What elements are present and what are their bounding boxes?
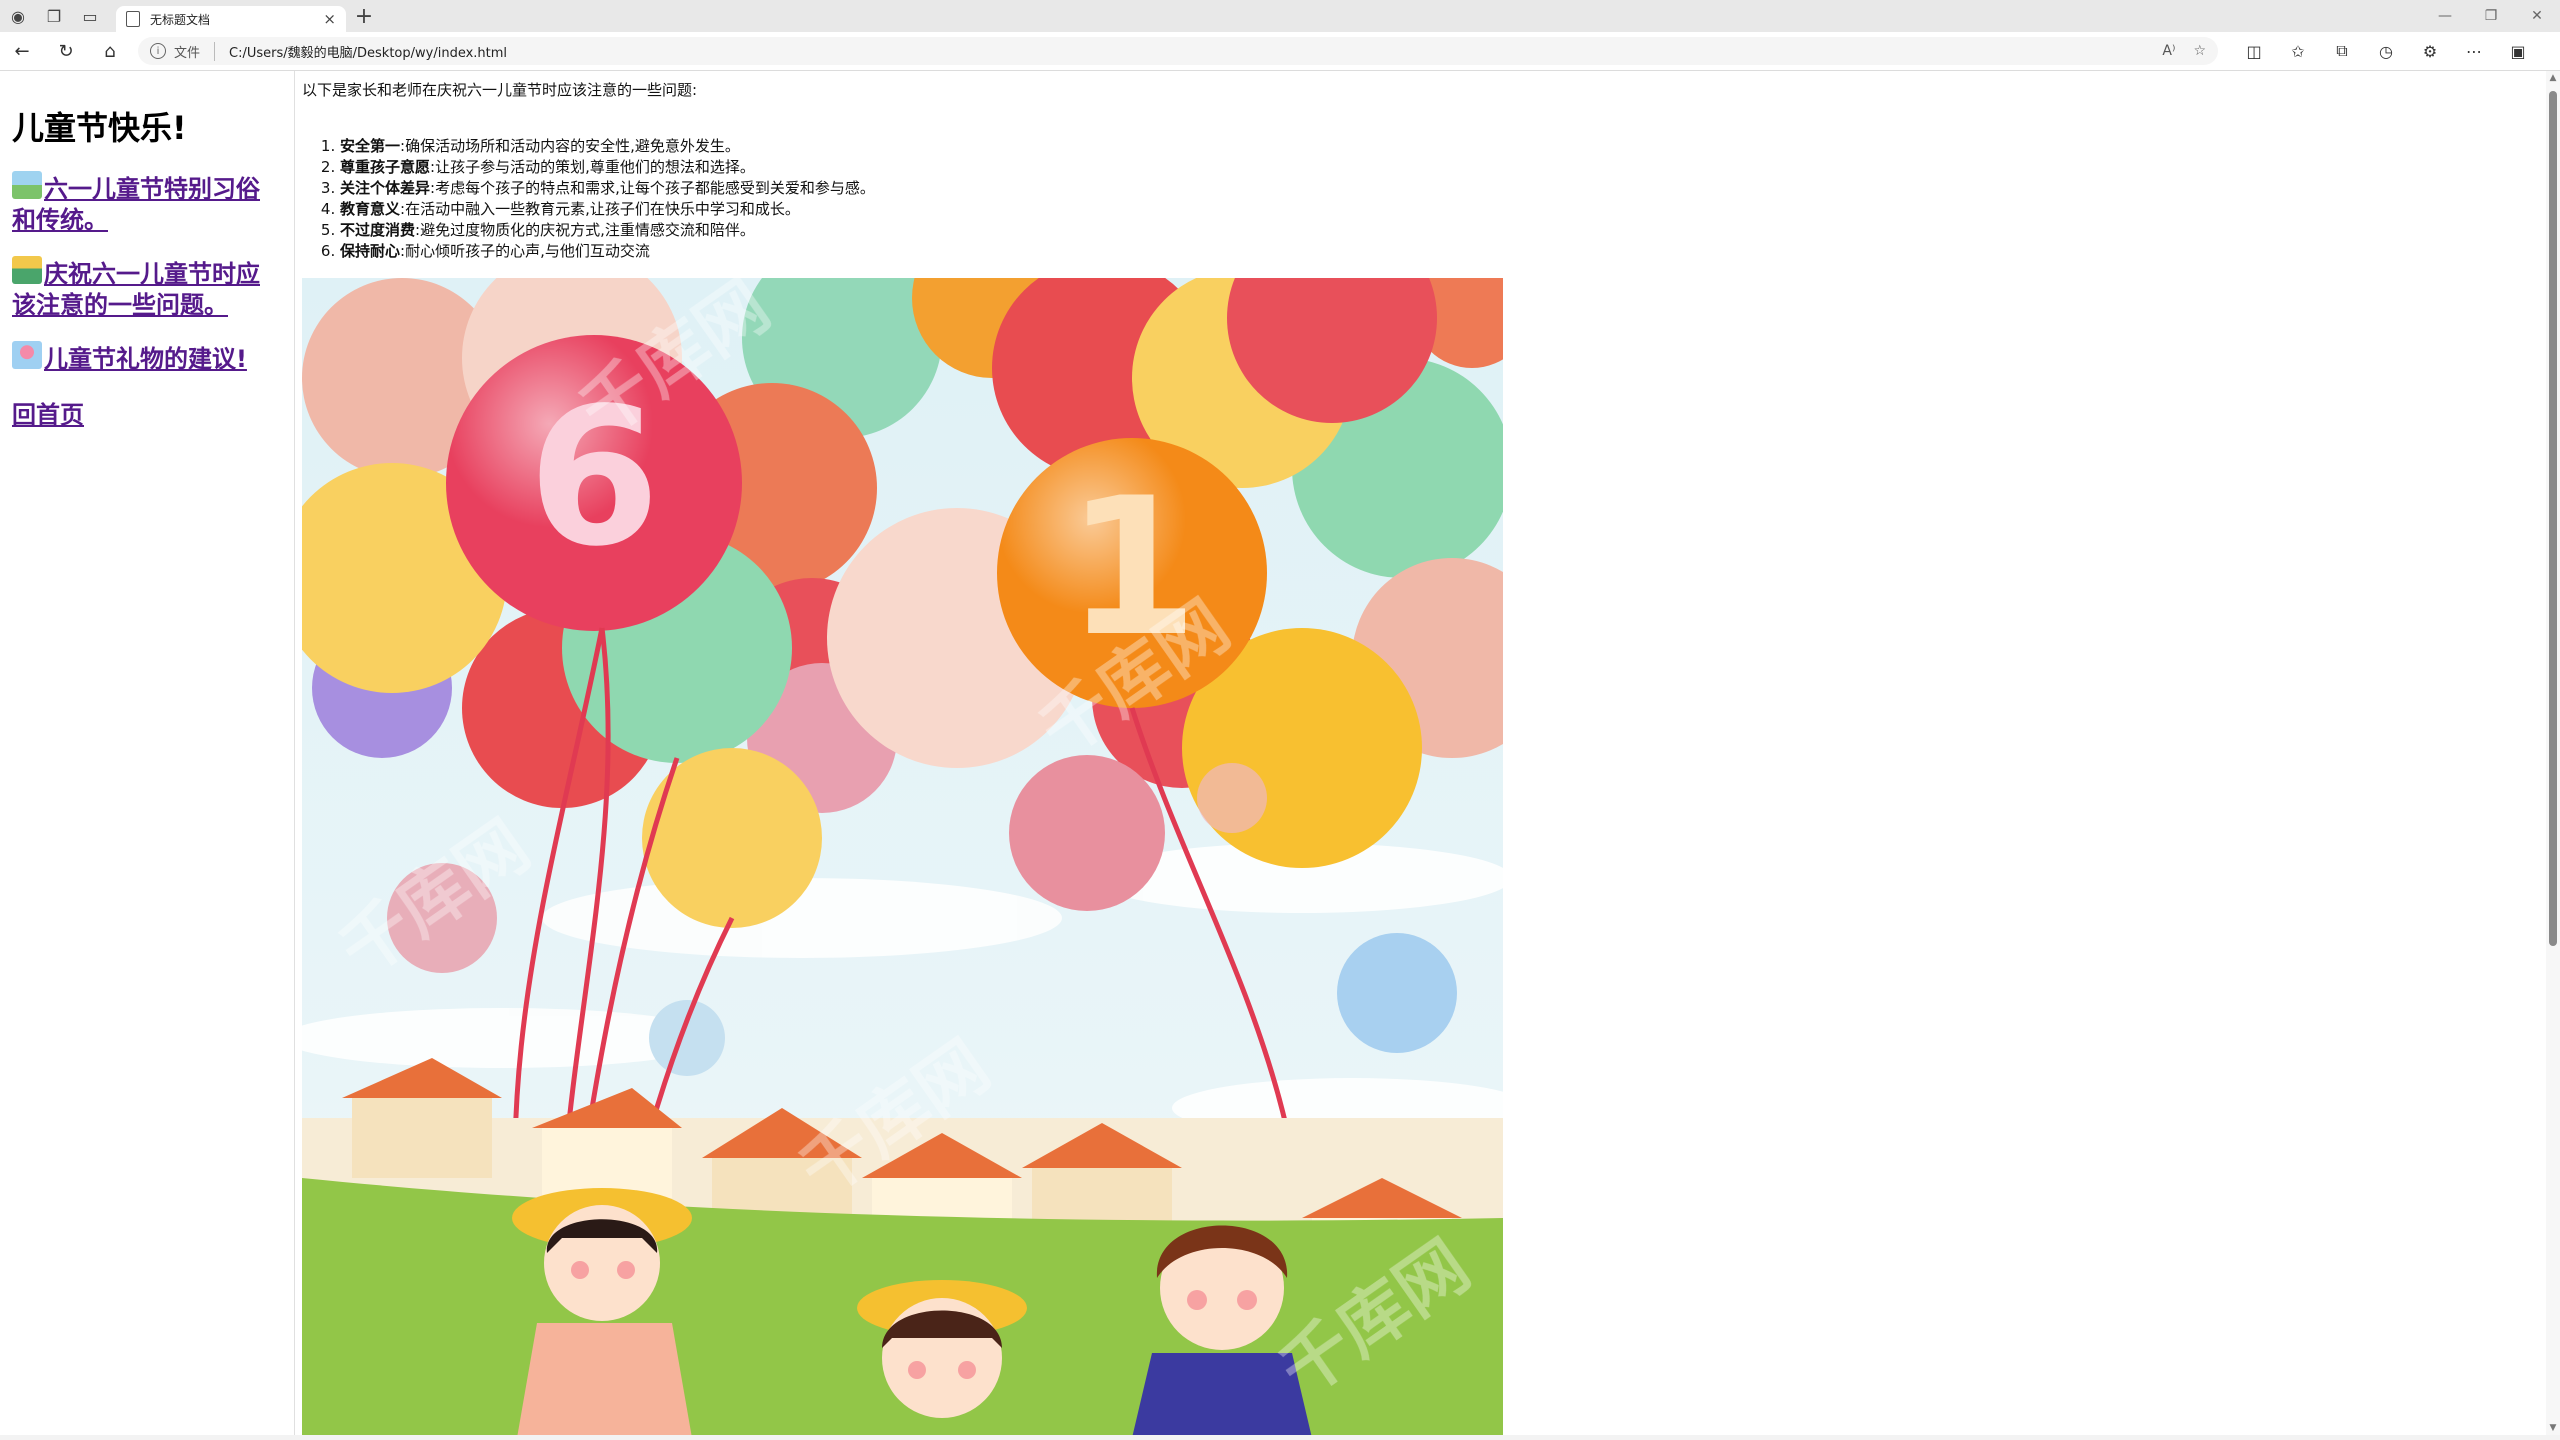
tip-item: 不过度消费:避免过度物质化的庆祝方式,注重情感交流和陪伴。 xyxy=(340,220,2502,241)
address-bar[interactable]: i 文件 C:/Users/魏毅的电脑/Desktop/wy/index.htm… xyxy=(138,37,2218,65)
collections-icon[interactable]: ⧉ xyxy=(2320,32,2364,70)
link-customs[interactable]: 六一儿童节特别习俗和传统。 xyxy=(12,171,282,236)
close-window-icon[interactable]: ✕ xyxy=(2514,0,2560,32)
back-icon[interactable]: ← xyxy=(0,32,44,70)
tip-title: 保持耐心 xyxy=(340,242,401,260)
split-screen-icon[interactable]: ◫ xyxy=(2232,32,2276,70)
tip-text: :耐心倾听孩子的心声,与他们互动交流 xyxy=(400,242,650,260)
tip-item: 安全第一:确保活动场所和活动内容的安全性,避免意外发生。 xyxy=(340,136,2502,157)
home-icon[interactable]: ⌂ xyxy=(88,32,132,70)
tip-title: 尊重孩子意愿 xyxy=(340,158,431,176)
tips-list: 安全第一:确保活动场所和活动内容的安全性,避免意外发生。 尊重孩子意愿:让孩子参… xyxy=(302,136,2502,262)
customs-thumbnail xyxy=(12,171,42,199)
vertical-scrollbar[interactable]: ▲ ▼ xyxy=(2546,71,2560,1435)
refresh-icon[interactable]: ↻ xyxy=(44,32,88,70)
main-content: 以下是家长和老师在庆祝六一儿童节时应该注意的一些问题: 安全第一:确保活动场所和… xyxy=(302,71,2502,262)
tip-title: 教育意义 xyxy=(340,200,401,218)
page-icon xyxy=(126,11,140,27)
tip-item: 尊重孩子意愿:让孩子参与活动的策划,尊重他们的想法和选择。 xyxy=(340,157,2502,178)
link-customs-label: 六一儿童节特别习俗和传统。 xyxy=(12,175,260,234)
minimize-icon[interactable]: — xyxy=(2422,0,2468,32)
precautions-thumbnail xyxy=(12,256,42,284)
sidebar: 儿童节快乐! 六一儿童节特别习俗和传统。 庆祝六一儿童节时应该注意的一些问题。 … xyxy=(0,71,295,1435)
new-tab-button[interactable]: + xyxy=(346,0,382,32)
childrens-day-poster: 6 1 千库网 千库网 千库网 千库网 千库网 xyxy=(302,278,1503,1435)
restore-icon[interactable]: ❐ xyxy=(2468,0,2514,32)
favorites-icon[interactable]: ✩ xyxy=(2276,32,2320,70)
tip-text: :让孩子参与活动的策划,尊重他们的想法和选择。 xyxy=(430,158,755,176)
tab-strip: ◉ ❐ ▭ 无标题文档 × + — ❐ ✕ xyxy=(0,0,2560,32)
url-text[interactable]: C:/Users/魏毅的电脑/Desktop/wy/index.html xyxy=(229,42,2144,61)
tip-text: :在活动中融入一些教育元素,让孩子们在快乐中学习和成长。 xyxy=(400,200,800,218)
extensions-icon[interactable]: ⚙ xyxy=(2408,32,2452,70)
toolbar: ◫ ✩ ⧉ ◷ ⚙ ⋯ ▣ xyxy=(2232,32,2540,70)
close-tab-icon[interactable]: × xyxy=(323,10,336,28)
home-link[interactable]: 回首页 xyxy=(12,395,282,430)
site-title: 儿童节快乐! xyxy=(12,109,187,147)
tip-text: :考虑每个孩子的特点和需求,让每个孩子都能感受到关爱和参与感。 xyxy=(430,179,875,197)
gifts-thumbnail xyxy=(12,341,42,369)
scrollbar-thumb[interactable] xyxy=(2549,91,2557,946)
favorite-star-icon[interactable]: ☆ xyxy=(2193,43,2206,59)
workspaces-icon[interactable]: ❐ xyxy=(36,0,72,32)
scroll-down-icon[interactable]: ▼ xyxy=(2546,1423,2560,1433)
sidebar-toggle-icon[interactable]: ▣ xyxy=(2496,32,2540,70)
page-viewport: 儿童节快乐! 六一儿童节特别习俗和传统。 庆祝六一儿童节时应该注意的一些问题。 … xyxy=(0,71,2560,1435)
scheme-label: 文件 xyxy=(174,41,216,61)
more-menu-icon[interactable]: ⋯ xyxy=(2452,32,2496,70)
tip-title: 关注个体差异 xyxy=(340,179,431,197)
tip-item: 教育意义:在活动中融入一些教育元素,让孩子们在快乐中学习和成长。 xyxy=(340,199,2502,220)
link-gifts-label: 儿童节礼物的建议! xyxy=(44,345,247,373)
tab-title: 无标题文档 xyxy=(150,12,211,27)
history-icon[interactable]: ◷ xyxy=(2364,32,2408,70)
link-gifts[interactable]: 儿童节礼物的建议! xyxy=(12,341,282,375)
navigation-bar: ← ↻ ⌂ i 文件 C:/Users/魏毅的电脑/Desktop/wy/ind… xyxy=(0,32,2560,71)
tip-item: 保持耐心:耐心倾听孩子的心声,与他们互动交流 xyxy=(340,241,2502,262)
link-precautions[interactable]: 庆祝六一儿童节时应该注意的一些问题。 xyxy=(12,256,282,321)
info-icon[interactable]: i xyxy=(150,43,166,59)
tip-title: 不过度消费 xyxy=(340,221,416,239)
read-aloud-icon[interactable]: A⁾ xyxy=(2162,43,2175,59)
tip-text: :确保活动场所和活动内容的安全性,避免意外发生。 xyxy=(400,137,740,155)
intro-text: 以下是家长和老师在庆祝六一儿童节时应该注意的一些问题: xyxy=(302,81,698,99)
scroll-up-icon[interactable]: ▲ xyxy=(2546,73,2560,83)
tab-active[interactable]: 无标题文档 × xyxy=(116,6,346,32)
link-precautions-label: 庆祝六一儿童节时应该注意的一些问题。 xyxy=(12,260,260,319)
tip-item: 关注个体差异:考虑每个孩子的特点和需求,让每个孩子都能感受到关爱和参与感。 xyxy=(340,178,2502,199)
tip-text: :避免过度物质化的庆祝方式,注重情感交流和陪伴。 xyxy=(415,221,755,239)
window-controls: — ❐ ✕ xyxy=(2422,0,2560,32)
profile-icon[interactable]: ◉ xyxy=(0,0,36,32)
tip-title: 安全第一 xyxy=(340,137,401,155)
tab-actions-icon[interactable]: ▭ xyxy=(72,0,108,32)
